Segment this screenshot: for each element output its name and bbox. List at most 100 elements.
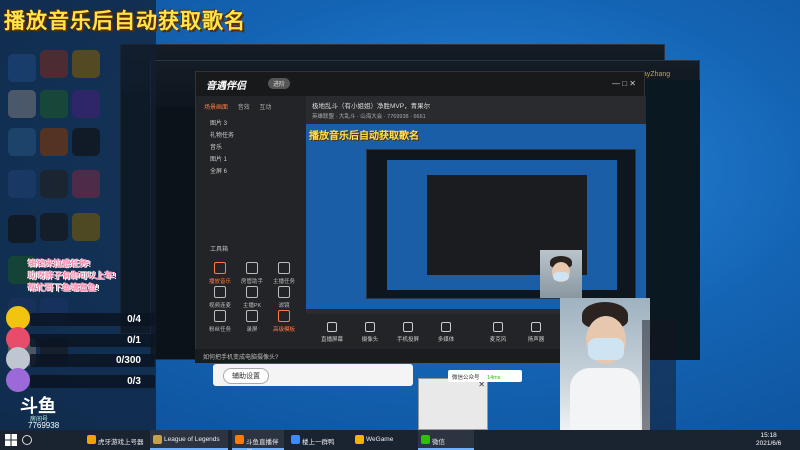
shirt	[570, 368, 640, 430]
monitor-icon	[327, 322, 337, 332]
task-row: 0/1	[6, 327, 155, 351]
btn-screen[interactable]: 直播屏幕	[316, 322, 348, 343]
clock-date: 2021/6/6	[756, 440, 782, 447]
settings-bar: 辅助设置	[213, 364, 413, 386]
wechat-thumbnail[interactable]: ✕	[418, 378, 488, 430]
task-value: 0/1	[127, 335, 141, 346]
task-note: 铛铛来拉感任务!	[28, 258, 91, 268]
taskbar-label: 虎牙游戏上号器	[98, 439, 144, 446]
taskbar-clock[interactable]: 15:18 2021/6/6	[756, 432, 781, 448]
douyu-icon	[235, 435, 244, 444]
taskbar-label: 微信	[432, 439, 445, 446]
stream-preview[interactable]: 播放音乐后自动获取歌名	[306, 124, 646, 309]
tool-label: 播放音乐	[208, 279, 231, 285]
right-effects-strip	[642, 320, 676, 430]
bb-label: 扬声器	[527, 337, 545, 343]
btn-phone-cast[interactable]: 手机投屏	[392, 322, 424, 343]
mask	[588, 338, 624, 360]
taskbar-item[interactable]: 楼上一群鸭	[288, 430, 346, 450]
tool-label: 主播任务	[272, 279, 295, 285]
template-icon	[278, 310, 290, 322]
scene-item[interactable]: 图片 3	[210, 118, 227, 127]
app-sidebar: 场景画面 音效 互动 图片 3 礼物任务 音乐 图片 1 全屏 6 工具箱 播放…	[196, 96, 306, 362]
sidebar-tabs: 场景画面 音效 互动	[204, 102, 279, 111]
task-row: 0/4	[6, 306, 155, 330]
app-logo: 音遇伴侣	[206, 81, 246, 92]
tool-record[interactable]: 录屏	[238, 310, 266, 333]
search-icon[interactable]	[22, 435, 32, 445]
scene-item[interactable]: 音乐	[210, 142, 222, 151]
pk-icon	[246, 286, 258, 298]
scene-item[interactable]: 图片 1	[210, 154, 227, 163]
settings-button[interactable]: 辅助设置	[223, 368, 269, 384]
task-value: 0/4	[127, 314, 141, 325]
tool-label: 录屏	[246, 327, 258, 333]
taskbar-item[interactable]: 斗鱼直播伴侣	[232, 430, 284, 450]
tool-label: 滤镜	[278, 303, 290, 309]
tool-label: 视频连麦	[208, 303, 231, 309]
wechat-icon	[421, 435, 430, 444]
tool-label: 主播PK	[242, 303, 262, 309]
taskbar-item[interactable]: 微信	[418, 430, 474, 450]
media-icon	[441, 322, 451, 332]
douyu-logo: 斗鱼 房间号 7769938	[12, 392, 72, 430]
tool-video-link[interactable]: 视频连麦	[206, 286, 234, 309]
taskbar: 虎牙游戏上号器 League of Legends 斗鱼直播伴侣 楼上一群鸭 W…	[0, 430, 800, 450]
tool-play-music[interactable]: 播放音乐	[206, 262, 234, 285]
btn-media[interactable]: 多媒体	[430, 322, 462, 343]
tool-fan-task[interactable]: 粉丝任务	[206, 310, 234, 333]
task-note: 帮忙哥下鱼塘宣鱼!	[28, 282, 99, 292]
video-icon	[214, 286, 226, 298]
tab-audio[interactable]: 音效	[238, 102, 250, 111]
btn-speaker[interactable]: 扬声器	[520, 322, 552, 343]
tool-pk[interactable]: 主播PK	[238, 286, 266, 309]
bb-label: 麦克风	[489, 337, 507, 343]
app-title-bar: 音遇伴侣 进阶 — □ ✕	[196, 72, 644, 96]
taskbar-item[interactable]: WeGame	[352, 430, 408, 450]
windows-start-icon[interactable]	[5, 434, 17, 446]
scene-item[interactable]: 全屏 6	[210, 166, 227, 175]
wechat-bar: 微信公众号 14ms	[448, 370, 522, 382]
tab-interact[interactable]: 互动	[259, 102, 271, 111]
scene-item[interactable]: 礼物任务	[210, 130, 234, 139]
preview-title: 播放音乐后自动获取歌名	[309, 131, 419, 142]
filter-icon	[278, 286, 290, 298]
lol-icon	[153, 435, 162, 444]
taskbar-item[interactable]: 虎牙游戏上号器	[84, 430, 148, 450]
tool-label: 房管助手	[240, 279, 263, 285]
task-note: 助呀胖子有你可以上车!	[28, 270, 116, 280]
tool-template[interactable]: 高级模板	[270, 310, 298, 333]
taskbar-item[interactable]: League of Legends	[150, 430, 228, 450]
mic-icon	[493, 322, 503, 332]
clock-time: 15:18	[760, 432, 777, 439]
app-badge[interactable]: 进阶	[268, 78, 291, 89]
window-controls[interactable]: — □ ✕	[612, 79, 636, 88]
nested-preview-inner	[387, 160, 617, 290]
music-icon	[214, 262, 226, 274]
tool-filter[interactable]: 滤镜	[270, 286, 298, 309]
taskbar-label: League of Legends	[164, 436, 220, 443]
btn-camera[interactable]: 摄像头	[354, 322, 386, 343]
fan-icon	[214, 310, 226, 322]
speaker-icon	[531, 322, 541, 332]
wechat-bar-text: 微信公众号	[452, 375, 480, 381]
task-value: 0/3	[127, 376, 141, 387]
tool-label: 粉丝任务	[208, 327, 231, 333]
record-icon	[246, 310, 258, 322]
task-notes: 铛铛来拉感任务! 助呀胖子有你可以上车! 帮忙哥下鱼塘宣鱼!	[28, 257, 120, 293]
tab-scenes[interactable]: 场景画面	[204, 102, 228, 111]
tool-anchor-task[interactable]: 主播任务	[270, 262, 298, 285]
stream-title: 播放音乐后自动获取歌名	[4, 10, 246, 33]
camera-icon	[365, 322, 375, 332]
taskbar-label: 斗鱼直播伴侣	[246, 439, 279, 450]
btn-mic[interactable]: 麦克风	[482, 322, 514, 343]
room-meta: 英雄联盟 · 大乱斗 · 山海大会 · 7769938 · 6661	[312, 114, 426, 120]
tools-label: 工具箱	[210, 247, 229, 253]
phone-icon	[403, 322, 413, 332]
task-icon	[278, 262, 290, 274]
tool-room-admin[interactable]: 房管助手	[238, 262, 266, 285]
room-title: 极地乱斗（有小姐姐）净胜MVP，青果尔	[312, 103, 431, 110]
gift-icon	[6, 368, 30, 392]
nested-preview	[366, 149, 636, 299]
bb-label: 手机投屏	[396, 337, 419, 343]
